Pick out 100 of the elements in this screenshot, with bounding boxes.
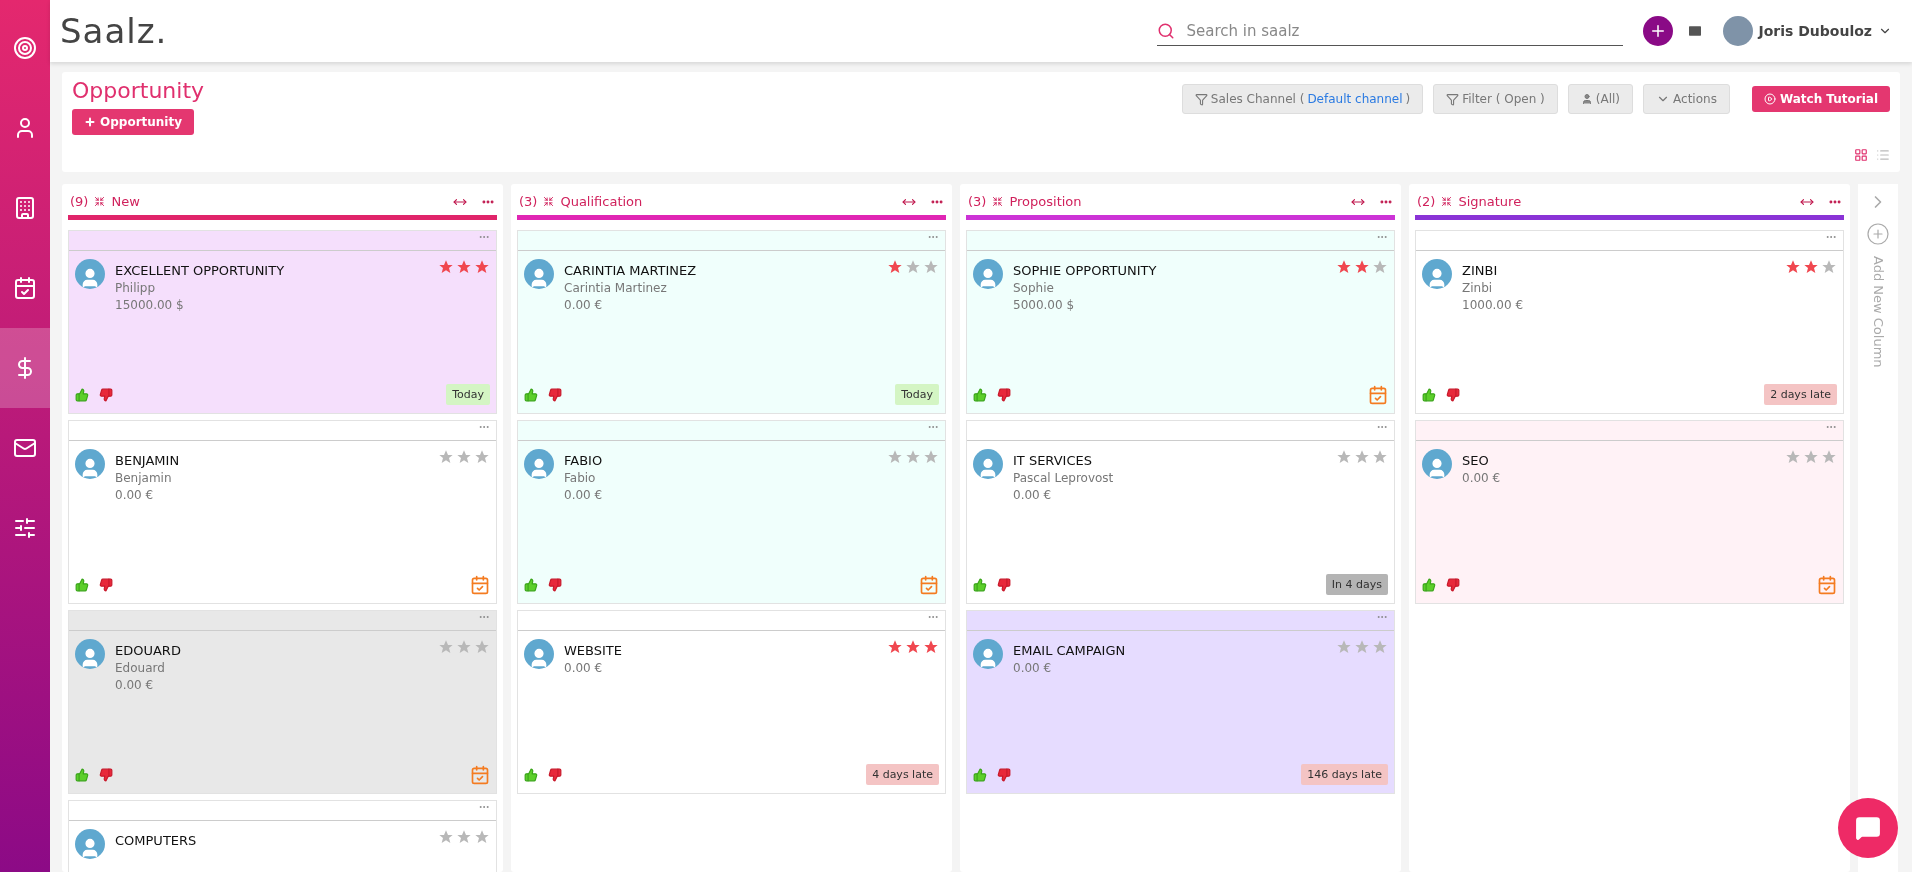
star-icon[interactable] xyxy=(887,639,903,655)
star-rating[interactable] xyxy=(438,449,490,465)
star-rating[interactable] xyxy=(1336,639,1388,655)
thumbs-down-icon[interactable] xyxy=(99,578,113,592)
star-rating[interactable] xyxy=(438,829,490,845)
star-icon[interactable] xyxy=(1354,639,1370,655)
star-icon[interactable] xyxy=(438,829,454,845)
star-rating[interactable] xyxy=(887,639,939,655)
thumbs-down-icon[interactable] xyxy=(1446,387,1460,402)
star-rating[interactable] xyxy=(887,259,939,275)
star-rating[interactable] xyxy=(438,639,490,655)
thumbs-down-icon[interactable] xyxy=(548,767,562,782)
collapse-icon[interactable] xyxy=(94,196,106,207)
thumbs-down-icon[interactable] xyxy=(997,577,1011,592)
thumbs-up-icon[interactable] xyxy=(75,578,89,592)
star-icon[interactable] xyxy=(438,259,454,275)
opportunity-card[interactable]: BENJAMIN Benjamin 0.00 € xyxy=(68,420,497,604)
thumbs-up-icon[interactable] xyxy=(1422,387,1436,402)
search-field[interactable]: Search in saalz xyxy=(1184,20,1623,41)
star-icon[interactable] xyxy=(456,449,472,465)
logo[interactable]: Saalz. xyxy=(60,11,168,51)
user-menu[interactable]: Joris Dubouloz xyxy=(1716,15,1898,47)
opportunity-card[interactable]: CARINTIA MARTINEZ Carintia Martinez 0.00 € Today xyxy=(517,230,946,414)
thumbs-down-icon[interactable] xyxy=(1446,578,1460,592)
actions-button[interactable]: Actions xyxy=(1643,84,1730,114)
star-icon[interactable] xyxy=(887,449,903,465)
opportunity-card[interactable]: EMAIL CAMPAIGN 0.00 € 146 days late xyxy=(966,610,1395,794)
list-view-button[interactable] xyxy=(1876,148,1890,162)
star-icon[interactable] xyxy=(474,259,490,275)
star-icon[interactable] xyxy=(1336,639,1352,655)
add-button[interactable] xyxy=(1642,16,1673,46)
thumbs-down-icon[interactable] xyxy=(99,768,113,782)
thumbs-up-icon[interactable] xyxy=(75,387,89,402)
opportunity-card[interactable]: SEO 0.00 € xyxy=(1415,420,1844,604)
star-icon[interactable] xyxy=(923,639,939,655)
thumbs-up-icon[interactable] xyxy=(75,768,89,782)
thumbs-up-icon[interactable] xyxy=(524,578,538,592)
star-icon[interactable] xyxy=(887,259,903,275)
star-rating[interactable] xyxy=(438,259,490,275)
collapse-icon[interactable] xyxy=(543,196,555,207)
star-rating[interactable] xyxy=(1785,259,1837,275)
opportunity-card[interactable]: IT SERVICES Pascal Leprovost 0.00 € In 4 days xyxy=(966,420,1395,604)
star-icon[interactable] xyxy=(438,639,454,655)
star-icon[interactable] xyxy=(474,829,490,845)
star-icon[interactable] xyxy=(1785,449,1801,465)
thumbs-up-icon[interactable] xyxy=(973,388,987,402)
star-icon[interactable] xyxy=(1785,259,1801,275)
collapse-icon[interactable] xyxy=(1441,196,1453,207)
thumbs-up-icon[interactable] xyxy=(973,577,987,592)
star-rating[interactable] xyxy=(1785,449,1837,465)
star-icon[interactable] xyxy=(1803,259,1819,275)
opportunity-card[interactable]: WEBSITE 0.00 € 4 days late xyxy=(517,610,946,794)
star-icon[interactable] xyxy=(1372,449,1388,465)
star-rating[interactable] xyxy=(1336,449,1388,465)
star-icon[interactable] xyxy=(1372,259,1388,275)
thumbs-up-icon[interactable] xyxy=(524,387,538,402)
star-icon[interactable] xyxy=(923,449,939,465)
thumbs-down-icon[interactable] xyxy=(548,387,562,402)
star-icon[interactable] xyxy=(474,449,490,465)
thumbs-down-icon[interactable] xyxy=(548,578,562,592)
owner-filter-button[interactable]: (All) xyxy=(1567,84,1634,114)
watch-tutorial-button[interactable]: Watch Tutorial xyxy=(1751,86,1890,112)
star-rating[interactable] xyxy=(887,449,939,465)
star-icon[interactable] xyxy=(905,449,921,465)
star-rating[interactable] xyxy=(1336,259,1388,275)
star-icon[interactable] xyxy=(456,259,472,275)
thumbs-down-icon[interactable] xyxy=(997,767,1011,782)
grid-view-button[interactable] xyxy=(1854,148,1868,162)
star-icon[interactable] xyxy=(1336,449,1352,465)
star-icon[interactable] xyxy=(923,259,939,275)
collapse-icon[interactable] xyxy=(992,196,1004,207)
opportunity-card[interactable]: EXCELLENT OPPORTUNITY Philipp 15000.00 $ Today xyxy=(68,230,497,414)
star-icon[interactable] xyxy=(1354,259,1370,275)
sidebar-item[interactable] xyxy=(0,328,50,408)
add-column-icon[interactable] xyxy=(1866,222,1890,246)
add-opportunity-button[interactable]: Opportunity xyxy=(72,109,195,135)
star-icon[interactable] xyxy=(1821,259,1837,275)
star-icon[interactable] xyxy=(456,639,472,655)
star-icon[interactable] xyxy=(1354,449,1370,465)
thumbs-up-icon[interactable] xyxy=(524,767,538,782)
opportunity-card[interactable]: COMPUTERS xyxy=(68,800,497,872)
opportunity-card[interactable]: EDOUARD Edouard 0.00 € xyxy=(68,610,497,794)
opportunity-card[interactable]: FABIO Fabio 0.00 € xyxy=(517,420,946,604)
star-icon[interactable] xyxy=(1821,449,1837,465)
star-icon[interactable] xyxy=(905,259,921,275)
star-icon[interactable] xyxy=(905,639,921,655)
star-icon[interactable] xyxy=(456,829,472,845)
star-icon[interactable] xyxy=(474,639,490,655)
star-icon[interactable] xyxy=(1336,259,1352,275)
filter-button[interactable]: Sales Channel ( Default channel ) xyxy=(1181,84,1424,114)
opportunity-card[interactable]: ZINBI Zinbi 1000.00 € 2 days late xyxy=(1415,230,1844,414)
star-icon[interactable] xyxy=(1803,449,1819,465)
star-icon[interactable] xyxy=(1372,639,1388,655)
opportunity-card[interactable]: SOPHIE OPPORTUNITY Sophie 5000.00 $ xyxy=(966,230,1395,414)
thumbs-up-icon[interactable] xyxy=(1422,578,1436,592)
filter-button[interactable]: Filter ( Open ) xyxy=(1433,84,1558,114)
thumbs-up-icon[interactable] xyxy=(973,767,987,782)
thumbs-down-icon[interactable] xyxy=(997,388,1011,402)
star-icon[interactable] xyxy=(438,449,454,465)
thumbs-down-icon[interactable] xyxy=(99,387,113,402)
